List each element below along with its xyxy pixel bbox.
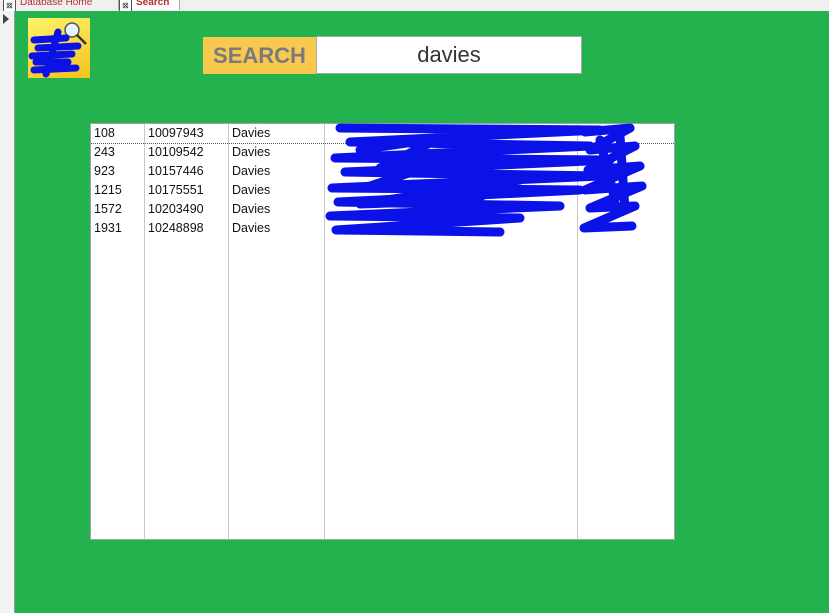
cell-surname: Davies	[232, 183, 271, 197]
cell-address	[328, 200, 573, 219]
list-item[interactable]: 1931 10248898 Davies	[91, 219, 674, 238]
cell-id: 108	[94, 126, 115, 140]
cell-number: 10097943	[148, 126, 204, 140]
expand-arrow-icon[interactable]	[3, 14, 9, 24]
cell-id: 243	[94, 145, 115, 159]
cell-id: 1572	[94, 202, 122, 216]
cell-number: 10175551	[148, 183, 204, 197]
list-item[interactable]: 1215 10175551 Davies	[91, 181, 674, 200]
cell-id: 1215	[94, 183, 122, 197]
cell-address	[328, 124, 573, 143]
cell-id: 923	[94, 164, 115, 178]
cell-address	[328, 181, 573, 200]
cell-postcode	[581, 200, 671, 219]
tab-label: Search	[136, 0, 170, 8]
cell-postcode	[581, 143, 671, 162]
navigation-pane-collapsed[interactable]	[0, 11, 15, 613]
logo-image	[28, 18, 90, 78]
cell-surname: Davies	[232, 145, 271, 159]
cell-surname: Davies	[232, 202, 271, 216]
cell-postcode	[581, 162, 671, 181]
logo-graphic	[28, 22, 87, 78]
results-list[interactable]: 108 10097943 Davies 243 10109542 Davies …	[90, 123, 675, 540]
cell-postcode	[581, 124, 671, 143]
list-item[interactable]: 243 10109542 Davies	[91, 143, 674, 162]
cell-surname: Davies	[232, 164, 271, 178]
cell-postcode	[581, 181, 671, 200]
list-item[interactable]: 923 10157446 Davies	[91, 162, 674, 181]
list-item[interactable]: 1572 10203490 Davies	[91, 200, 674, 219]
cell-id: 1931	[94, 221, 122, 235]
cell-number: 10248898	[148, 221, 204, 235]
search-input[interactable]	[316, 36, 582, 74]
tab-label: Database Home	[20, 0, 93, 8]
cell-surname: Davies	[232, 126, 271, 140]
search-label: SEARCH	[203, 37, 316, 74]
cell-postcode	[581, 219, 671, 238]
list-item[interactable]: 108 10097943 Davies	[91, 124, 674, 144]
cell-address	[328, 143, 573, 162]
cell-address	[328, 219, 573, 238]
cell-surname: Davies	[232, 221, 271, 235]
cell-number: 10203490	[148, 202, 204, 216]
cell-address	[328, 162, 573, 181]
tab-search[interactable]: ⊠ Search	[118, 0, 181, 11]
cell-number: 10109542	[148, 145, 204, 159]
search-form: SEARCH 108 10097943 Davies 243 10109542 …	[15, 11, 829, 613]
cell-number: 10157446	[148, 164, 204, 178]
tab-database-home[interactable]: ⊠ Database Home	[3, 0, 93, 11]
